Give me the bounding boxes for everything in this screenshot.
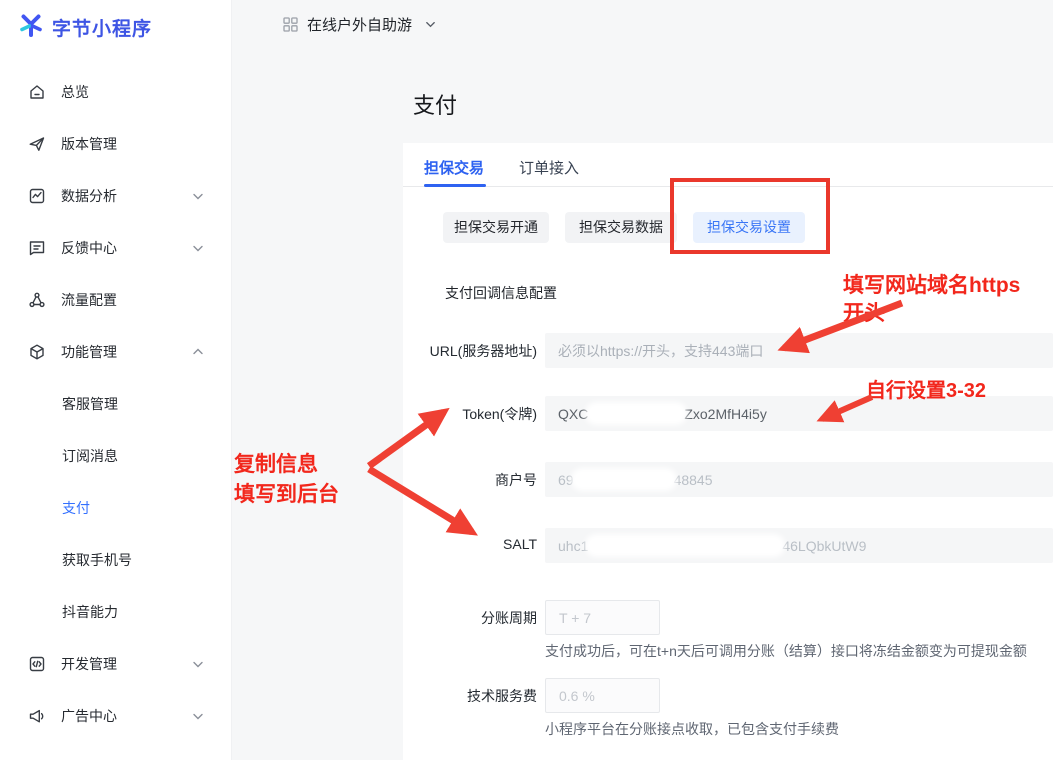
sidebar-item-label: 功能管理 [61,342,117,362]
sidebar-item-label: 获取手机号 [62,550,132,570]
annotation-url-note-line2: 开头 [843,300,1020,328]
sidebar-item-label: 抖音能力 [62,602,118,622]
sidebar-item-label: 广告中心 [61,706,117,726]
payment-settings-page: 字节小程序 总览 版本管理 数据分析 [0,0,1053,760]
sidebar-item-ad-center[interactable]: 广告中心 [0,690,232,742]
salt-field-label: SALT [503,536,537,552]
share-nodes-icon [28,291,46,309]
annotation-url-note: 填写网站域名https 开头 [843,272,1020,328]
url-placeholder: 必须以https://开头，支持443端口 [558,341,763,361]
brand-name: 字节小程序 [52,14,152,41]
page-title: 支付 [413,88,457,120]
callback-config-section-title: 支付回调信息配置 [445,283,557,303]
salt-value-start: uhc1 [558,538,588,554]
annotation-highlight-box [670,178,830,254]
service-fee-help: 小程序平台在分账接点收取，已包含支付手续费 [545,719,839,739]
sidebar-item-payment[interactable]: 支付 [0,482,232,534]
bytedance-miniprogram-logo-icon [18,12,44,43]
annotation-copy-note-line1: 复制信息 [234,450,339,480]
sidebar-item-label: 支付 [62,498,90,518]
chevron-down-icon [191,189,205,203]
merchant-id-value-end: 48845 [674,472,713,488]
comment-icon [28,239,46,257]
sidebar-item-label: 总览 [61,82,89,102]
active-tab-underline [424,184,486,187]
redaction-blur [585,402,687,425]
sidebar-item-overview[interactable]: 总览 [0,66,232,118]
sidebar-item-get-phone-number[interactable]: 获取手机号 [0,534,232,586]
sidebar-item-label: 订阅消息 [62,446,118,466]
sidebar-item-label: 反馈中心 [61,238,117,258]
sidebar-item-development[interactable]: 开发管理 [0,638,232,690]
merchant-id-input[interactable]: 69 48845 [545,462,1053,497]
sidebar-item-feedback[interactable]: 反馈中心 [0,222,232,274]
service-fee-label: 技术服务费 [467,686,537,706]
chevron-down-icon [191,241,205,255]
token-field-label: Token(令牌) [462,404,537,424]
sidebar-item-analytics[interactable]: 数据分析 [0,170,232,222]
grid-icon [283,17,298,32]
annotation-copy-note-line2: 填写到后台 [234,480,339,510]
chevron-down-icon [424,18,437,31]
cube-icon [28,343,46,361]
sidebar-item-version[interactable]: 版本管理 [0,118,232,170]
tab-order-access[interactable]: 订单接入 [519,157,579,178]
settlement-cycle-input[interactable]: T + 7 [545,600,660,635]
megaphone-icon [28,707,46,725]
sidebar-item-label: 流量配置 [61,290,117,310]
guaranteed-transaction-open-button[interactable]: 担保交易开通 [443,212,549,243]
redaction-blur [571,468,677,491]
url-input[interactable]: 必须以https://开头，支持443端口 [545,333,1053,368]
chart-icon [28,187,46,205]
brand-logo[interactable]: 字节小程序 [18,12,152,43]
sidebar-item-label: 数据分析 [61,186,117,206]
token-value-start: QXC [558,406,588,422]
settlement-cycle-label: 分账周期 [481,608,537,628]
sidebar: 字节小程序 总览 版本管理 数据分析 [0,0,232,760]
sidebar-item-traffic[interactable]: 流量配置 [0,274,232,326]
tab-guaranteed-transaction[interactable]: 担保交易 [424,157,484,178]
chevron-down-icon [191,657,205,671]
sidebar-item-label: 客服管理 [62,394,118,414]
sidebar-item-customer-service[interactable]: 客服管理 [0,378,232,430]
annotation-token-note: 自行设置3-32 [866,377,986,405]
annotation-url-note-line1: 填写网站域名https [843,272,1020,300]
paper-plane-icon [28,135,46,153]
chevron-down-icon [191,709,205,723]
home-icon [28,83,46,101]
settlement-cycle-help: 支付成功后，可在t+n天后可调用分账（结算）接口将冻结金额变为可提现金额 [545,641,1027,661]
annotation-copy-note: 复制信息 填写到后台 [234,450,339,510]
salt-input[interactable]: uhc1 46LQbkUtW9 [545,528,1053,563]
service-fee-input[interactable]: 0.6 % [545,678,660,713]
url-field-label: URL(服务器地址) [430,341,537,361]
guaranteed-transaction-data-button[interactable]: 担保交易数据 [565,212,677,243]
sidebar-item-douyin-capability[interactable]: 抖音能力 [0,586,232,638]
redaction-blur [585,534,785,557]
sidebar-item-label: 版本管理 [61,134,117,154]
current-app-name: 在线户外自助游 [307,14,412,35]
settlement-cycle-value: T + 7 [559,610,591,626]
app-switcher[interactable]: 在线户外自助游 [232,0,437,48]
code-icon [28,655,46,673]
sidebar-item-subscribe-message[interactable]: 订阅消息 [0,430,232,482]
salt-value-end: 46LQbkUtW9 [782,538,866,554]
sidebar-item-label: 开发管理 [61,654,117,674]
token-value-end: Zxo2MfH4i5y [684,406,766,422]
service-fee-value: 0.6 % [559,688,595,704]
chevron-up-icon [191,345,205,359]
sidebar-item-features[interactable]: 功能管理 [0,326,232,378]
merchant-id-field-label: 商户号 [495,470,537,490]
